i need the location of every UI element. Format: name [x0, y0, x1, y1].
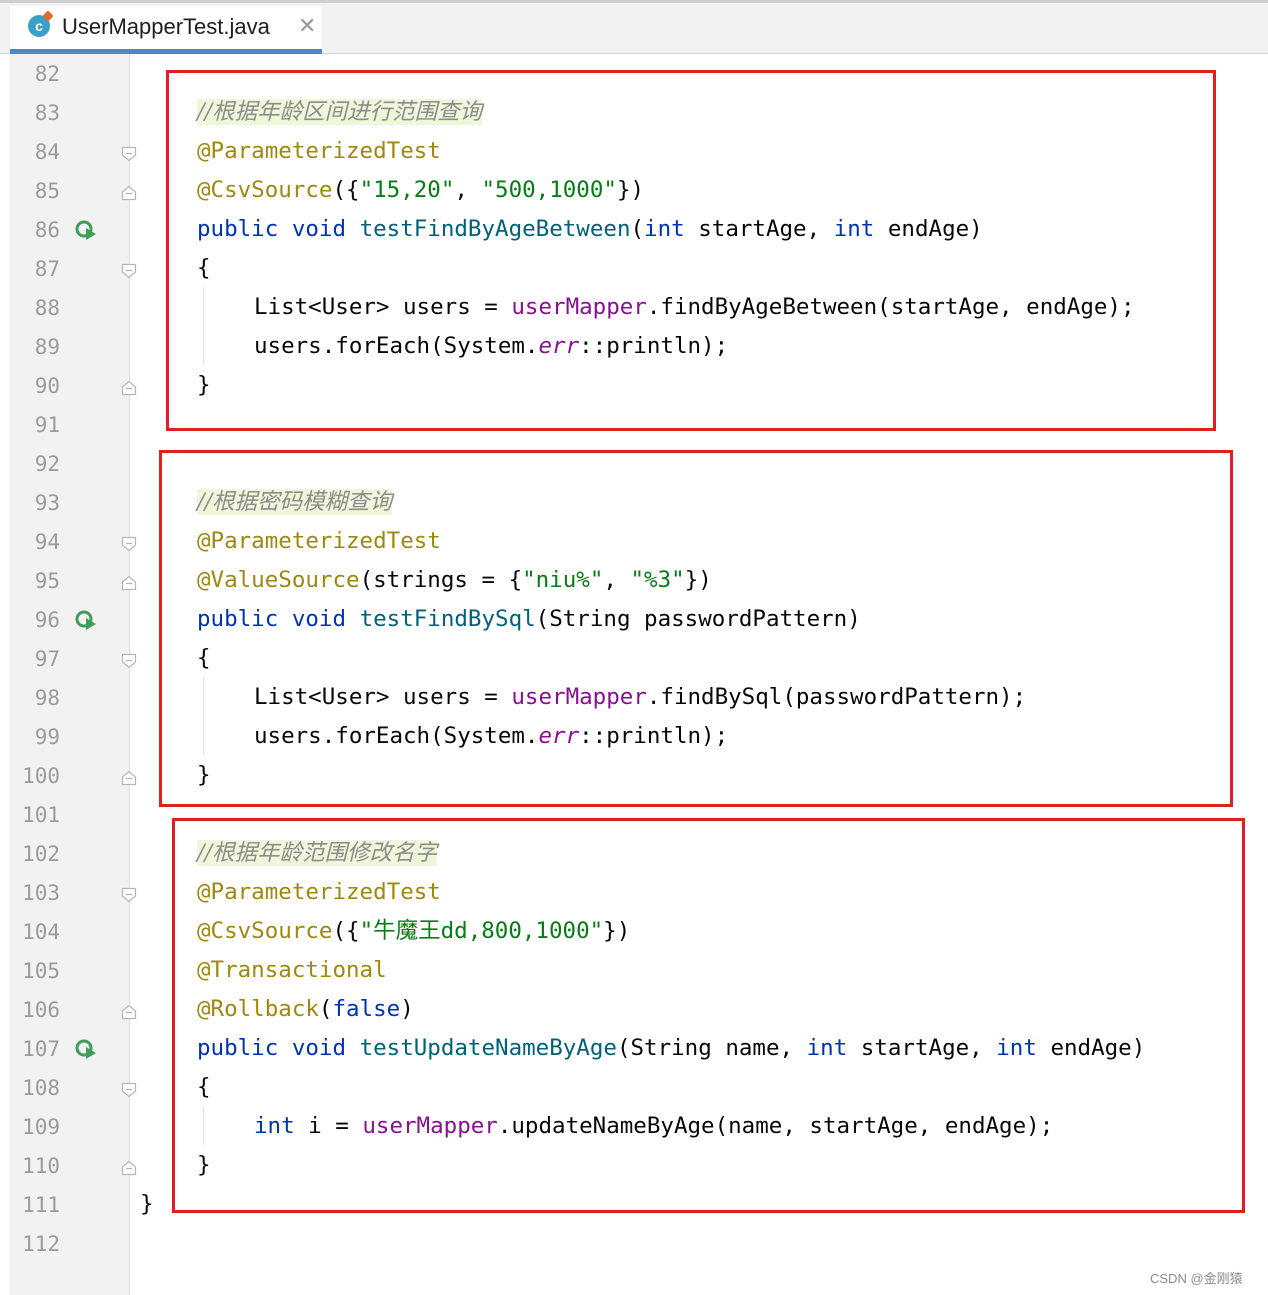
line-number: 112 [22, 1232, 60, 1256]
tab-label: UserMapperTest.java [62, 14, 270, 39]
left-edge [0, 54, 10, 1295]
line-number: 103 [22, 881, 60, 905]
line-number: 95 [34, 569, 60, 593]
fold-end-icon[interactable] [121, 1160, 137, 1176]
line-number: 109 [22, 1115, 60, 1139]
fold-end-icon[interactable] [121, 380, 137, 396]
line-number: 90 [34, 374, 60, 398]
line-number: 96 [34, 608, 60, 632]
fold-start-icon[interactable] [121, 146, 137, 162]
fold-start-icon[interactable] [121, 887, 137, 903]
run-test-icon[interactable] [74, 218, 98, 242]
line-number: 101 [22, 803, 60, 827]
line-number: 93 [34, 491, 60, 515]
line-number: 110 [22, 1154, 60, 1178]
line-number: 102 [22, 842, 60, 866]
brace: } [140, 1191, 154, 1217]
fold-start-icon[interactable] [121, 536, 137, 552]
fold-start-icon[interactable] [121, 1082, 137, 1098]
tab-usermappertest[interactable]: c UserMapperTest.java ✕ [10, 6, 322, 54]
fold-end-icon[interactable] [121, 1004, 137, 1020]
line-number: 98 [34, 686, 60, 710]
fold-end-icon[interactable] [121, 575, 137, 591]
line-number: 86 [34, 218, 60, 242]
line-number: 104 [22, 920, 60, 944]
line-number: 87 [34, 257, 60, 281]
highlight-box-2 [159, 450, 1233, 807]
line-number: 83 [34, 101, 60, 125]
line-number: 111 [22, 1193, 60, 1217]
line-number: 88 [34, 296, 60, 320]
watermark: CSDN @金刚猿 [1150, 1271, 1243, 1286]
line-number: 100 [22, 764, 60, 788]
fold-start-icon[interactable] [121, 263, 137, 279]
close-icon[interactable]: ✕ [298, 14, 316, 38]
line-number: 97 [34, 647, 60, 671]
highlight-box-3 [172, 818, 1245, 1213]
line-number: 82 [34, 62, 60, 86]
line-number: 106 [22, 998, 60, 1022]
line-number: 91 [34, 413, 60, 437]
line-number: 107 [22, 1037, 60, 1061]
editor-tab-bar: c UserMapperTest.java ✕ [0, 0, 1268, 54]
line-number: 99 [34, 725, 60, 749]
run-test-icon[interactable] [74, 608, 98, 632]
line-number: 89 [34, 335, 60, 359]
run-test-icon[interactable] [74, 1037, 98, 1061]
fold-end-icon[interactable] [121, 185, 137, 201]
line-number: 92 [34, 452, 60, 476]
line-number: 94 [34, 530, 60, 554]
highlight-box-1 [166, 70, 1216, 431]
code-line-111: } [140, 1185, 154, 1224]
line-number: 105 [22, 959, 60, 983]
line-number: 85 [34, 179, 60, 203]
line-number: 108 [22, 1076, 60, 1100]
line-number: 84 [34, 140, 60, 164]
fold-start-icon[interactable] [121, 653, 137, 669]
fold-end-icon[interactable] [121, 770, 137, 786]
